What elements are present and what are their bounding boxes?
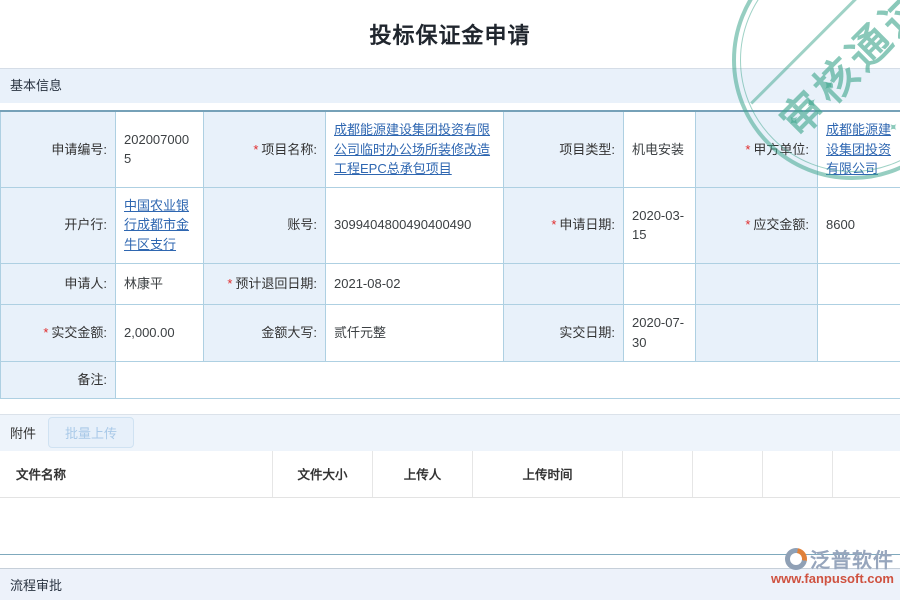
attachments-title: 附件: [10, 423, 36, 442]
bid-deposit-application-page: ✦ ✦ ✦ 审核通过 ✦ ✦ ✦ ✦ ✦ ✦ 投标保证金申请 基本信息 申请编号…: [0, 0, 900, 600]
expected-return-date-label: *预计退回日期:: [204, 263, 326, 304]
paid-amount-label: *实交金额:: [1, 304, 116, 361]
account-value: 3099404800490400490: [326, 187, 504, 263]
account-label: 账号:: [204, 187, 326, 263]
empty-label-cell: [504, 263, 624, 304]
table-row: *实交金额: 2,000.00 金额大写: 贰仟元整 实交日期: 2020-07…: [1, 304, 900, 361]
empty-label-cell: [696, 304, 818, 361]
bank-link[interactable]: 中国农业银行成都市金牛区支行: [124, 198, 189, 252]
paid-date-value: 2020-07-30: [624, 304, 696, 361]
table-row: 备注:: [1, 361, 900, 398]
section-basic-info: 基本信息: [0, 68, 900, 103]
amount-in-words-value: 贰仟元整: [326, 304, 504, 361]
column-header-file-size: 文件大小: [273, 451, 373, 497]
required-mark: *: [43, 325, 48, 340]
basic-info-table: 申请编号: 2020070005 *项目名称: 成都能源建设集团投资有限公司临时…: [0, 110, 900, 399]
required-mark: *: [227, 276, 232, 291]
applicant-value: 林康平: [116, 263, 204, 304]
fanpu-logo-url: www.fanpusoft.com: [771, 571, 894, 586]
expected-return-date-value: 2021-08-02: [326, 263, 504, 304]
attachments-empty-area: [0, 498, 900, 554]
attachments-header-row: 文件名称 文件大小 上传人 上传时间: [0, 451, 900, 498]
vendor-logo: 泛普软件 www.fanpusoft.com: [771, 544, 894, 586]
page-title: 投标保证金申请: [369, 18, 530, 50]
column-header-uploader: 上传人: [373, 451, 473, 497]
project-name-value: 成都能源建设集团投资有限公司临时办公场所装修改造工程EPC总承包项目: [326, 111, 504, 187]
column-header-empty: [763, 451, 833, 497]
bank-value: 中国农业银行成都市金牛区支行: [116, 187, 204, 263]
table-row: 申请人: 林康平 *预计退回日期: 2021-08-02: [1, 263, 900, 304]
party-a-value: 成都能源建设集团投资有限公司: [818, 111, 900, 187]
applicant-label: 申请人:: [1, 263, 116, 304]
section-process-approval: 流程审批: [0, 568, 900, 600]
required-mark: *: [745, 217, 750, 232]
paid-date-label: 实交日期:: [504, 304, 624, 361]
apply-date-value: 2020-03-15: [624, 187, 696, 263]
amount-in-words-label: 金额大写:: [204, 304, 326, 361]
fanpu-logo-icon: [785, 548, 807, 570]
remark-value: [116, 361, 900, 398]
table-row: 开户行: 中国农业银行成都市金牛区支行 账号: 3099404800490400…: [1, 187, 900, 263]
project-name-link[interactable]: 成都能源建设集团投资有限公司临时办公场所装修改造工程EPC总承包项目: [334, 122, 490, 176]
fanpu-logo-text: 泛普软件: [810, 544, 894, 573]
party-a-link[interactable]: 成都能源建设集团投资有限公司: [826, 122, 891, 176]
project-name-label: *项目名称:: [204, 111, 326, 187]
section-attachments: 附件 批量上传: [0, 414, 900, 451]
remark-label: 备注:: [1, 361, 116, 398]
bank-label: 开户行:: [1, 187, 116, 263]
column-header-upload-time: 上传时间: [473, 451, 623, 497]
batch-upload-button[interactable]: 批量上传: [48, 417, 134, 448]
column-header-empty: [693, 451, 763, 497]
paid-amount-value: 2,000.00: [116, 304, 204, 361]
title-bar: 投标保证金申请: [0, 0, 900, 68]
application-no-label: 申请编号:: [1, 111, 116, 187]
required-mark: *: [253, 142, 258, 157]
empty-value-cell: [624, 263, 696, 304]
empty-value-cell: [818, 263, 900, 304]
due-amount-value: 8600: [818, 187, 900, 263]
table-row: 申请编号: 2020070005 *项目名称: 成都能源建设集团投资有限公司临时…: [1, 111, 900, 187]
empty-value-cell: [818, 304, 900, 361]
column-header-file-name: 文件名称: [0, 451, 273, 497]
party-a-label: *甲方单位:: [696, 111, 818, 187]
project-type-value: 机电安装: [624, 111, 696, 187]
column-header-empty: [833, 451, 900, 497]
application-no-value: 2020070005: [116, 111, 204, 187]
column-header-empty: [623, 451, 693, 497]
required-mark: *: [745, 142, 750, 157]
due-amount-label: *应交金额:: [696, 187, 818, 263]
apply-date-label: *申请日期:: [504, 187, 624, 263]
empty-label-cell: [696, 263, 818, 304]
required-mark: *: [551, 217, 556, 232]
project-type-label: 项目类型:: [504, 111, 624, 187]
